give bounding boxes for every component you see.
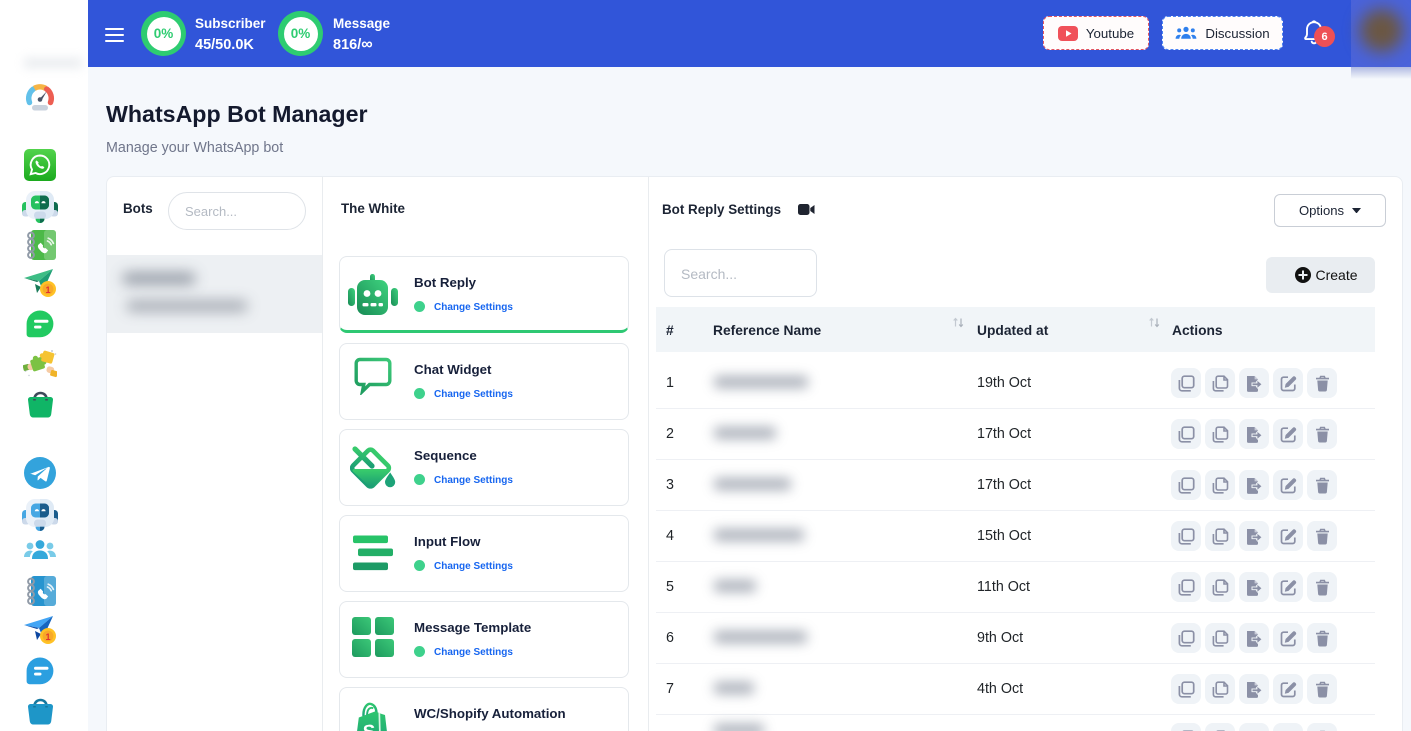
svg-text:S: S [362, 722, 376, 731]
svg-text:1: 1 [45, 285, 50, 295]
svg-text:1: 1 [45, 632, 50, 642]
